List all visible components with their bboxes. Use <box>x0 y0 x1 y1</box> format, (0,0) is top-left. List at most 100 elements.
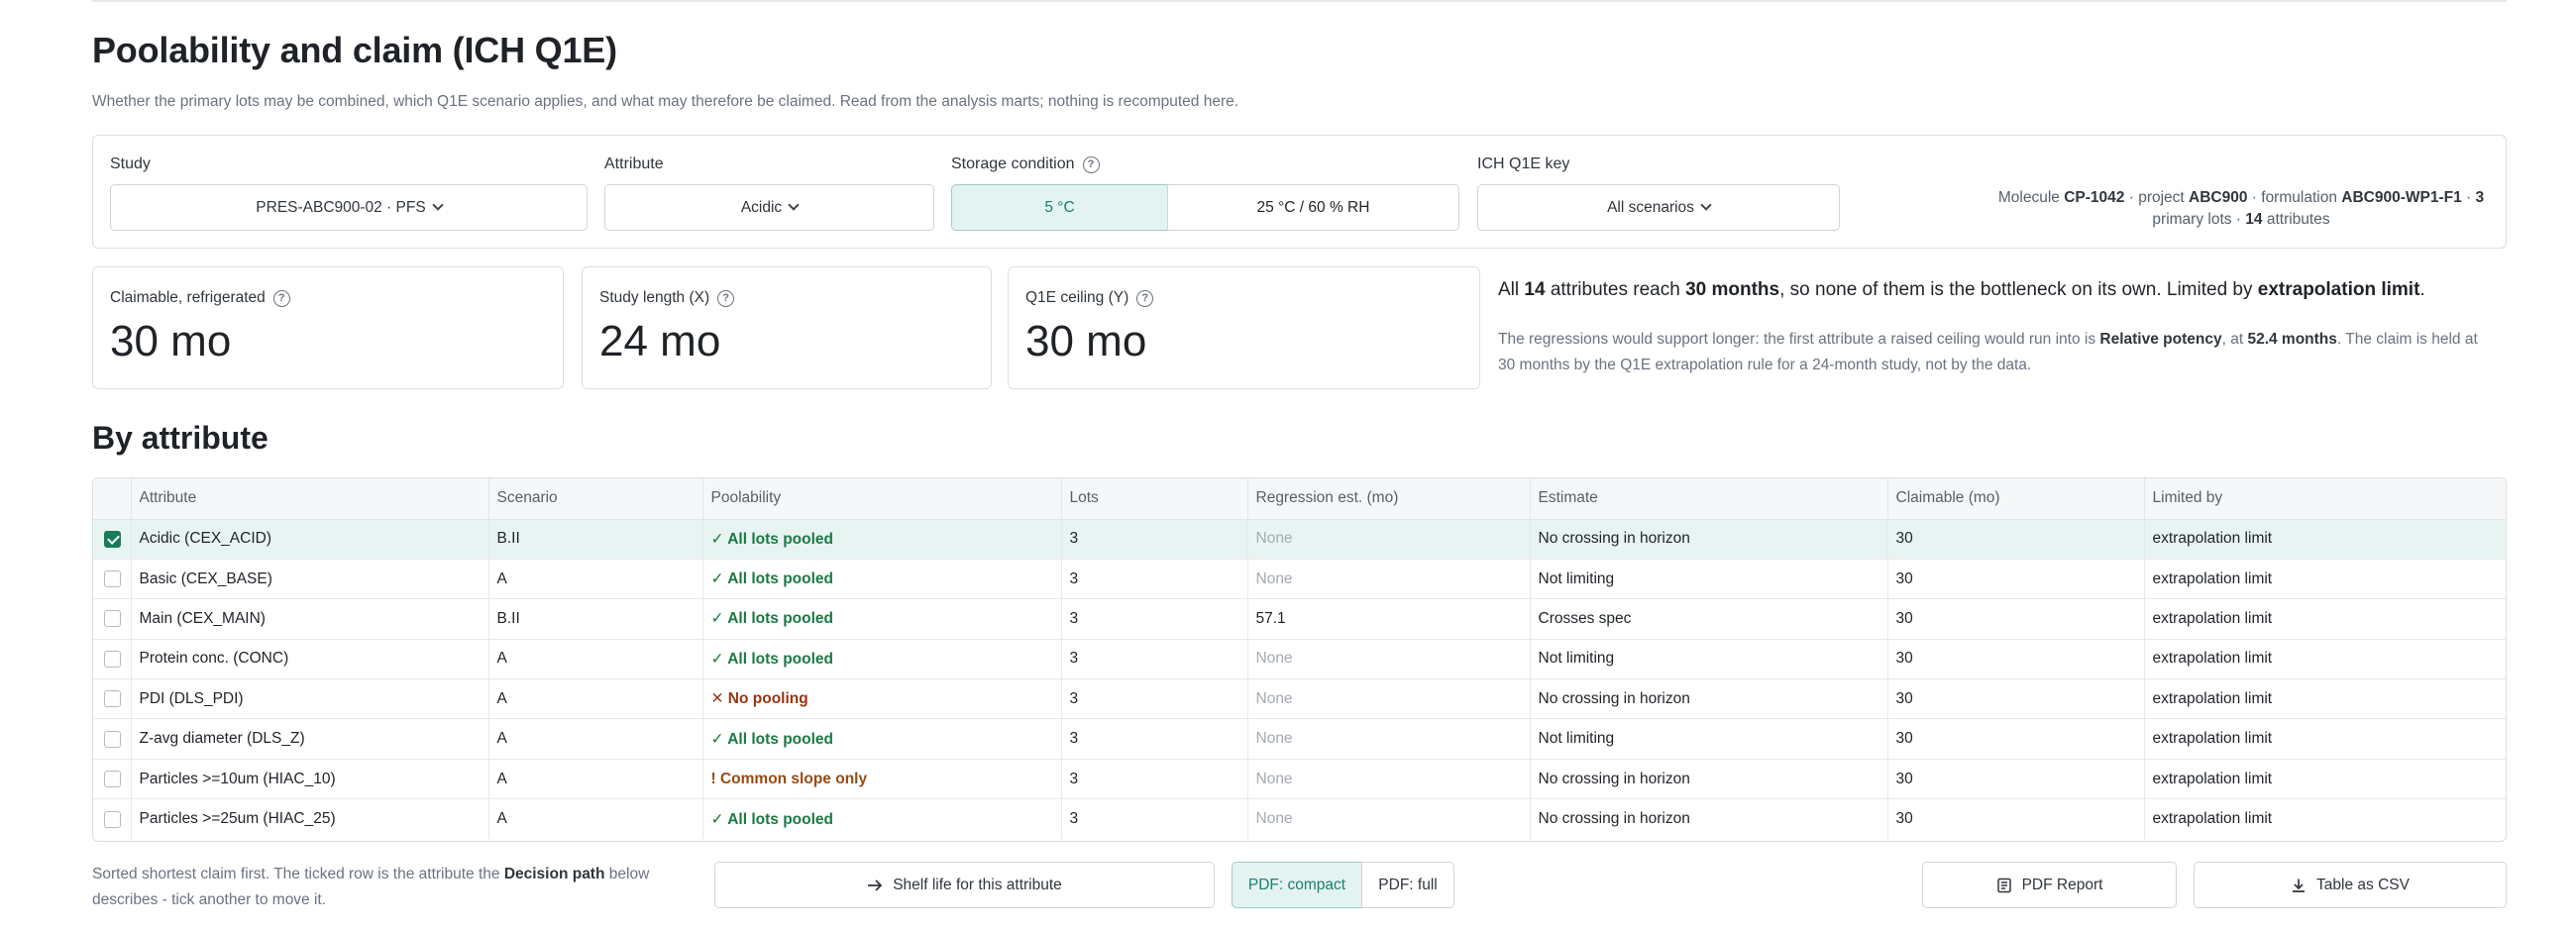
row-select-cell <box>93 559 132 600</box>
chevron-down-icon <box>432 199 444 211</box>
estimate-cell: Not limiting <box>1530 718 1888 760</box>
lots-cell: 3 <box>1061 639 1248 680</box>
lots-cell: 3 <box>1061 759 1248 800</box>
row-select-cell <box>93 639 132 680</box>
estimate-cell: Crosses spec <box>1530 598 1888 640</box>
poolability-cell: ✓ All lots pooled <box>702 718 1062 760</box>
attribute-cell: Particles >=25um (HIAC_25) <box>131 798 489 840</box>
help-icon[interactable]: ? <box>1136 289 1154 307</box>
regression-cell: None <box>1247 639 1531 680</box>
limited-by-cell: extrapolation limit <box>2152 810 2273 828</box>
attribute-cell: Basic (CEX_BASE) <box>131 559 489 600</box>
row-select-cell <box>93 519 132 560</box>
row-select-cell <box>93 798 132 840</box>
poolability-cell: ✕ No pooling <box>702 678 1062 720</box>
metric-label: Q1E ceiling (Y)? <box>1025 289 1154 307</box>
header-estimate[interactable]: Estimate <box>1530 478 1888 520</box>
row-select-cell <box>93 598 132 640</box>
study-label: Study <box>110 155 151 172</box>
study-select[interactable]: PRES-ABC900-02 · PFS <box>110 184 588 231</box>
estimate-cell: No crossing in horizon <box>1530 759 1888 800</box>
header-scenario[interactable]: Scenario <box>488 478 703 520</box>
attribute-cell: PDI (DLS_PDI) <box>131 678 489 720</box>
context-meta: Molecule CP-1042 · project ABC900 · form… <box>1997 189 2485 228</box>
pdf-compact-toggle[interactable]: PDF: compact <box>1232 862 1362 908</box>
claimable-cell: 30 <box>1887 598 2145 640</box>
lots-cell: 3 <box>1061 559 1248 600</box>
row-checkbox[interactable] <box>104 730 121 748</box>
csv-export-button[interactable]: Table as CSV <box>2194 862 2507 908</box>
attribute-value: Acidic <box>740 198 783 216</box>
table-row[interactable]: Acidic (CEX_ACID) B.II ✓ All lots pooled 3 N… <box>93 519 2506 560</box>
header-select <box>93 478 132 520</box>
row-checkbox[interactable] <box>104 810 121 828</box>
scenario-cell: A <box>488 759 703 800</box>
page-title: Poolability and claim (ICH Q1E) <box>92 30 617 70</box>
header-limited-by[interactable]: Limited by <box>2144 478 2506 520</box>
attribute-select[interactable]: Acidic <box>604 184 934 231</box>
table-row[interactable]: PDI (DLS_PDI) A ✕ No pooling 3 None No crossi… <box>93 678 2506 720</box>
row-checkbox[interactable] <box>104 650 121 668</box>
claimable-cell: 30 <box>1887 718 2145 760</box>
header-lots[interactable]: Lots <box>1061 478 1248 520</box>
header-attribute[interactable]: Attribute <box>131 478 489 520</box>
page-subtitle: Whether the primary lots may be combined… <box>92 93 1239 110</box>
table-row[interactable]: Main (CEX_MAIN) B.II ✓ All lots pooled 3 57.… <box>93 598 2506 640</box>
poolability-cell: ✓ All lots pooled <box>702 559 1062 600</box>
help-icon[interactable]: ? <box>272 289 290 307</box>
pdf-full-toggle[interactable]: PDF: full <box>1361 862 1454 908</box>
regression-cell: None <box>1247 519 1531 560</box>
header-poolability[interactable]: Poolability <box>702 478 1062 520</box>
row-checkbox[interactable] <box>104 690 121 708</box>
storage-option-25c[interactable]: 25 °C / 60 % RH <box>1167 184 1459 231</box>
scenario-cell: A <box>488 718 703 760</box>
claimable-cell: 30 <box>1887 798 2145 840</box>
shelf-life-button[interactable]: Shelf life for this attribute <box>714 862 1215 908</box>
regression-cell: 57.1 <box>1247 598 1531 640</box>
claim-explanation: The regressions would support longer: th… <box>1498 331 2478 373</box>
scenario-cell: B.II <box>488 598 703 640</box>
document-icon <box>1996 878 2011 892</box>
row-checkbox[interactable] <box>104 770 121 787</box>
storage-option-5c[interactable]: 5 °C <box>951 184 1168 231</box>
scenario-cell: B.II <box>488 519 703 560</box>
estimate-cell: Not limiting <box>1530 639 1888 680</box>
attribute-label: Attribute <box>604 155 664 172</box>
row-checkbox[interactable] <box>104 569 121 587</box>
estimate-cell: No crossing in horizon <box>1530 678 1888 720</box>
metric-label: Study length (X)? <box>599 289 735 307</box>
poolability-cell: ✓ All lots pooled <box>702 519 1062 560</box>
estimate-cell: No crossing in horizon <box>1530 798 1888 840</box>
metric-value: 30 mo <box>110 317 232 365</box>
limited-by-cell: extrapolation limit <box>2144 718 2506 760</box>
table-header-row: Attribute Scenario Poolability Lots Regr… <box>93 478 2506 520</box>
table-row[interactable]: Basic (CEX_BASE) A ✓ All lots pooled 3 None N… <box>93 559 2506 600</box>
row-checkbox[interactable] <box>104 610 121 628</box>
attribute-cell: Z-avg diameter (DLS_Z) <box>131 718 489 760</box>
limited-by-cell: extrapolation limit <box>2144 678 2506 720</box>
table-row[interactable]: Z-avg diameter (DLS_Z) A ✓ All lots pooled… <box>93 718 2506 760</box>
lots-cell: 3 <box>1061 798 1248 840</box>
claimable-cell: 30 <box>1887 678 2145 720</box>
storage-label: Storage condition ? <box>951 155 1100 173</box>
attribute-cell: Protein conc. (CONC) <box>131 639 489 680</box>
limited-by-cell: extrapolation limit <box>2144 598 2506 640</box>
help-icon[interactable]: ? <box>717 289 735 307</box>
section-title: By attribute <box>92 420 268 456</box>
header-regression[interactable]: Regression est. (mo) <box>1247 478 1531 520</box>
claimable-cell: 30 <box>1887 759 2145 800</box>
attribute-table: Attribute Scenario Poolability Lots Regr… <box>92 477 2507 842</box>
table-row[interactable]: Particles >=10um (HIAC_10) A! Common slop… <box>93 759 2506 800</box>
estimate-cell: Not limiting <box>1530 559 1888 600</box>
table-row[interactable]: Particles >=25um (HIAC_25) A ✓ All lots po… <box>93 798 2506 840</box>
poolability-cell: ✓ All lots pooled <box>702 598 1062 640</box>
row-checkbox[interactable] <box>104 530 121 548</box>
table-row[interactable]: Protein conc. (CONC) A ✓ All lots pooled 3 N… <box>93 639 2506 680</box>
poolability-cell: ! Common slope only <box>702 759 1062 800</box>
q1e-key-select[interactable]: All scenarios <box>1477 184 1840 231</box>
sort-note: Sorted shortest claim first. The ticked … <box>92 866 650 908</box>
help-icon[interactable]: ? <box>1082 155 1100 173</box>
pdf-report-button[interactable]: PDF Report <box>1922 862 2177 908</box>
scenario-cell: A <box>488 559 703 600</box>
header-claimable[interactable]: Claimable (mo) <box>1887 478 2145 520</box>
